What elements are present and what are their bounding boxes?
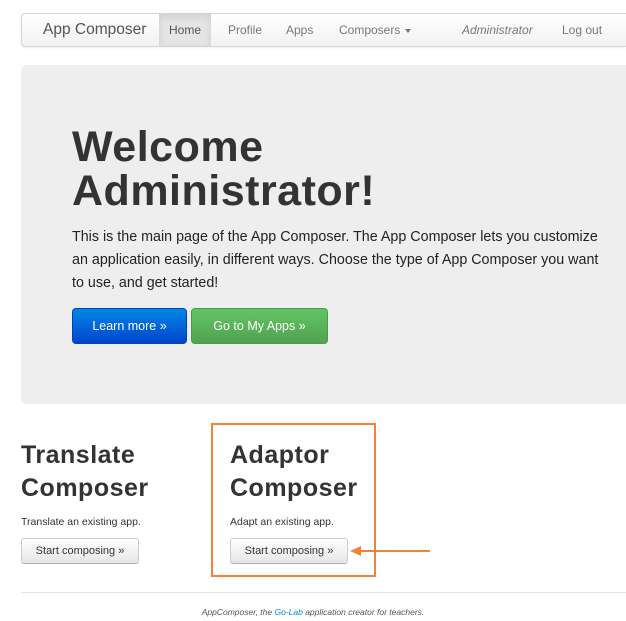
nav-profile[interactable]: Profile	[228, 14, 262, 46]
nav-apps[interactable]: Apps	[286, 14, 313, 46]
nav-username[interactable]: Administrator	[462, 14, 533, 46]
footer: AppComposer, the Go-Lab application crea…	[0, 607, 626, 617]
nav-logout[interactable]: Log out	[562, 14, 602, 46]
go-to-my-apps-button[interactable]: Go to My Apps »	[191, 308, 328, 344]
learn-more-button[interactable]: Learn more »	[72, 308, 187, 344]
translate-title-line1: Translate	[21, 441, 136, 469]
translate-composer-title: Translate Composer	[21, 439, 149, 505]
nav-home[interactable]: Home	[159, 14, 211, 46]
caret-down-icon	[405, 28, 412, 33]
nav-composers-label: Composers	[339, 23, 401, 37]
footer-divider	[21, 592, 626, 593]
hero-title-line1: Welcome	[72, 123, 264, 171]
hero-description: This is the main page of the App Compose…	[72, 229, 599, 291]
nav-composers-dropdown[interactable]: Composers	[339, 14, 412, 46]
translate-start-composing-button[interactable]: Start composing »	[21, 538, 139, 564]
footer-suffix: application creator for teachers.	[302, 607, 425, 617]
go-lab-link[interactable]: Go-Lab	[274, 607, 302, 617]
footer-prefix: AppComposer, the	[201, 607, 275, 617]
translate-composer-description: Translate an existing app.	[21, 516, 141, 528]
navbar: App Composer Home Profile Apps Composers…	[21, 13, 626, 47]
hero-title: Welcome Administrator!	[72, 125, 612, 213]
hero-unit: Welcome Administrator! This is the main p…	[21, 65, 626, 404]
translate-title-line2: Composer	[21, 474, 149, 502]
arrow-left-icon	[350, 546, 430, 556]
hero-title-line2: Administrator!	[72, 167, 376, 215]
navbar-brand[interactable]: App Composer	[43, 14, 146, 46]
